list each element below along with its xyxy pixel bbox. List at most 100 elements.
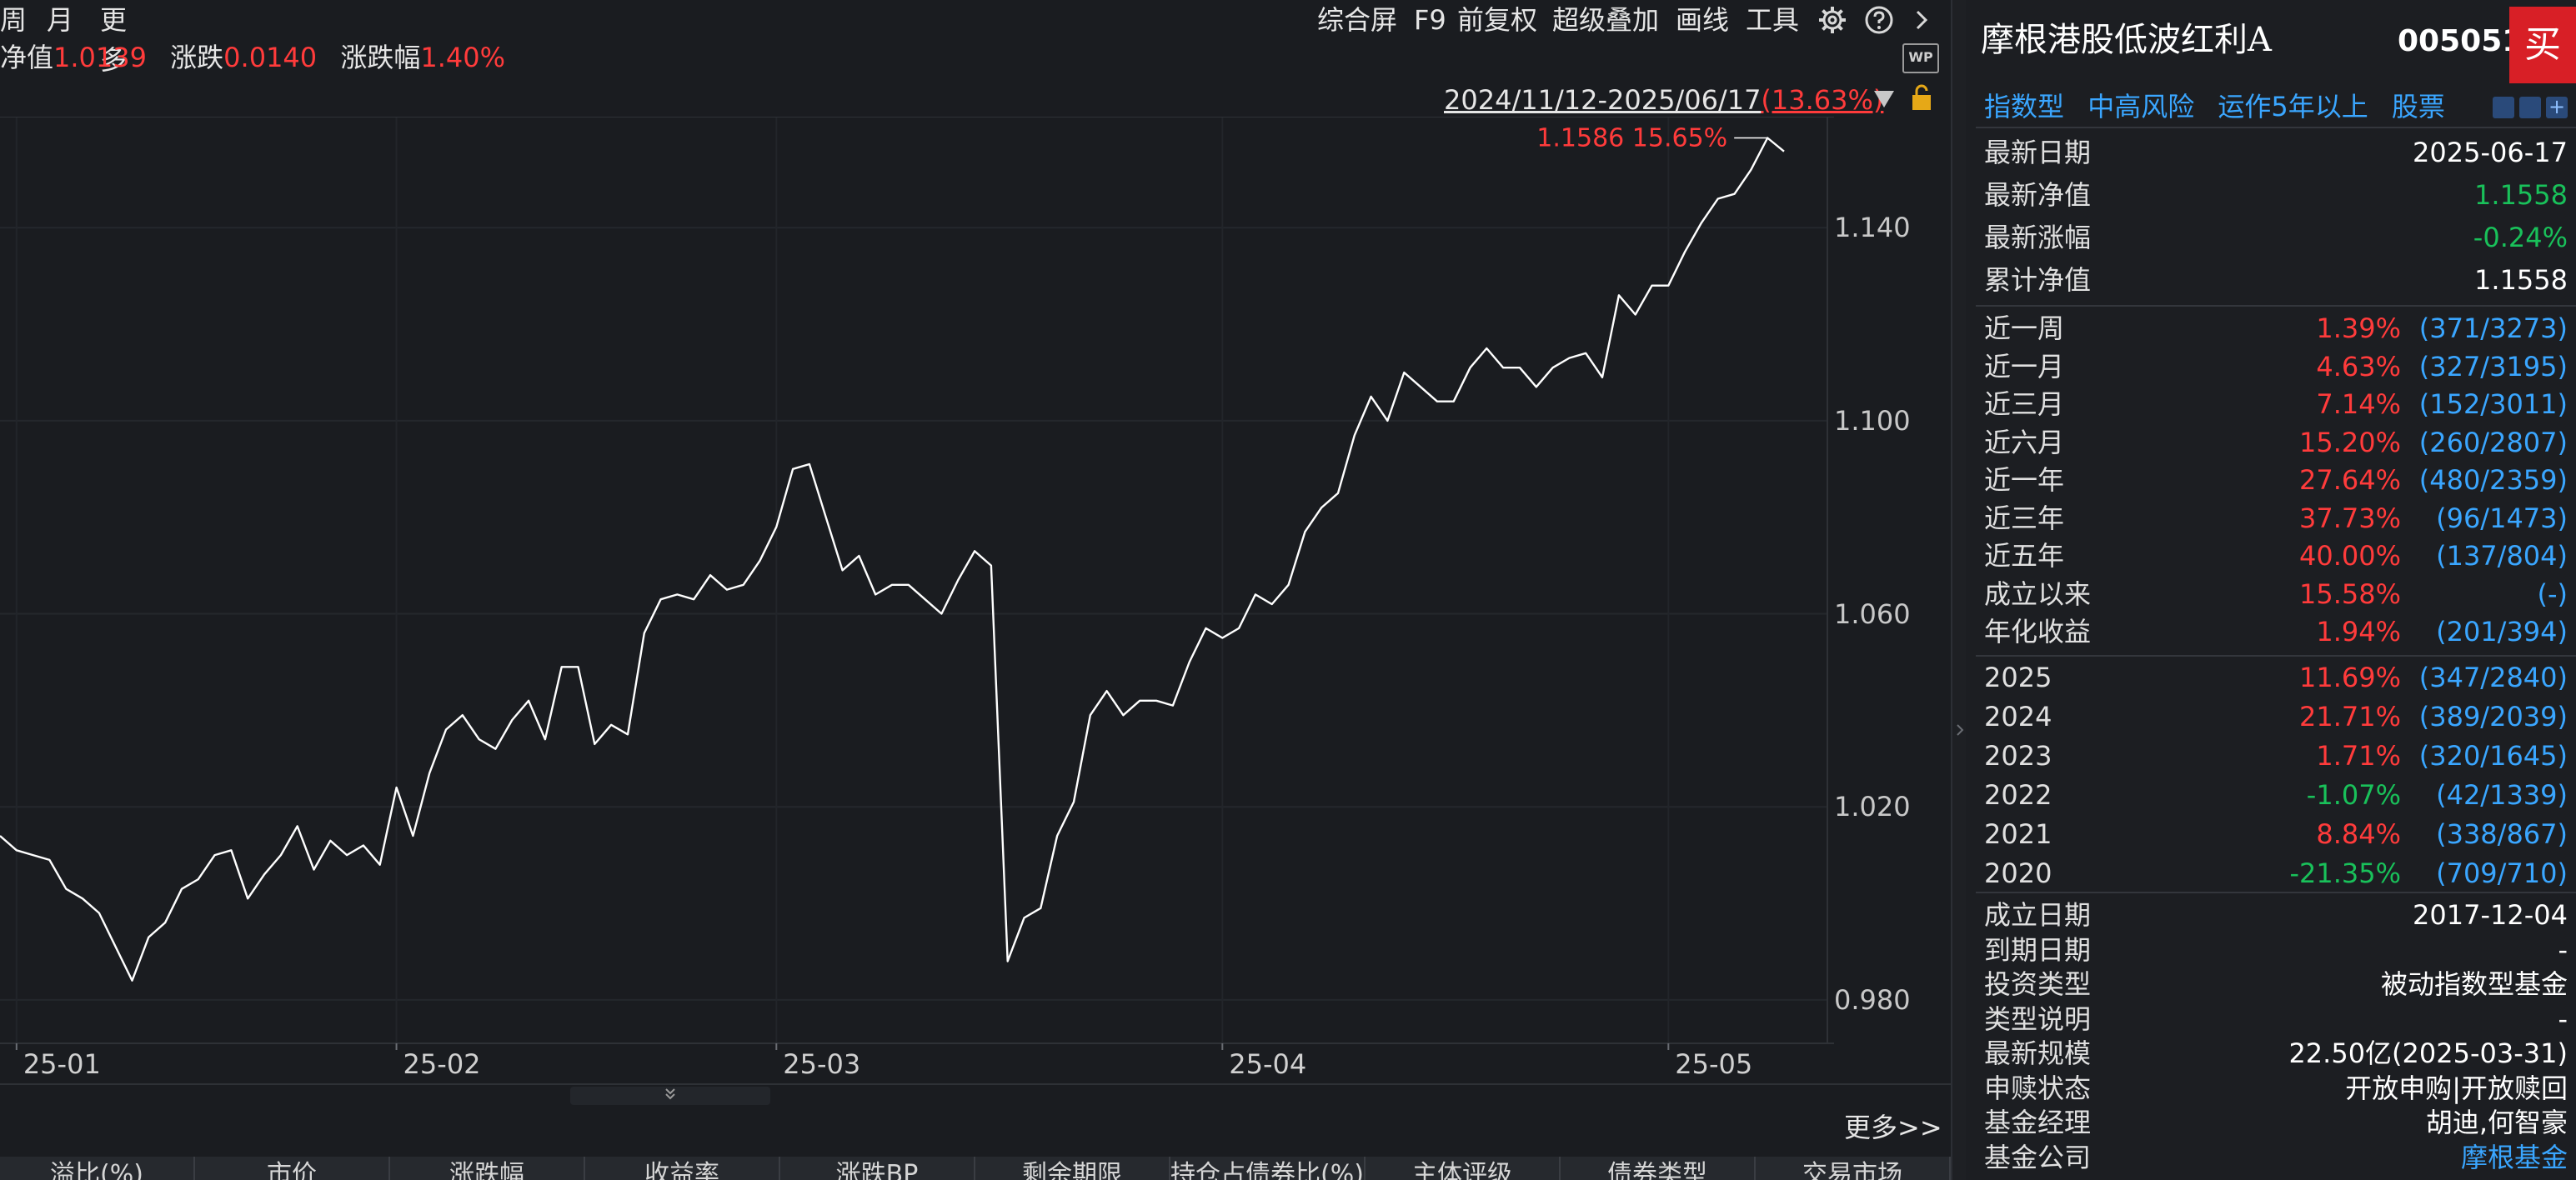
panel-tools: + xyxy=(2493,97,2568,118)
column-header[interactable]: 市价 xyxy=(195,1157,390,1180)
row-label: 2020 xyxy=(1984,858,2052,889)
change-value: 0.0140 xyxy=(223,42,318,73)
super-overlay-button[interactable]: 超级叠加 xyxy=(1552,0,1659,40)
row-value: - xyxy=(2558,933,2568,966)
row-value: 2017-12-04 xyxy=(2413,899,2568,931)
y-axis-labels: 1.140 1.100 1.060 1.020 0.980 xyxy=(1831,117,1947,1050)
period-month-button[interactable]: 月 xyxy=(47,0,73,40)
chevron-right-icon xyxy=(1957,724,1964,736)
row-label: 基金经理 xyxy=(1984,1107,2092,1138)
tag-risk[interactable]: 中高风险 xyxy=(2087,91,2194,122)
triangle-down-icon[interactable] xyxy=(1872,88,1896,110)
rank-value: (-) xyxy=(2537,578,2568,610)
pre-restore-button[interactable]: 前复权 xyxy=(1457,0,1537,40)
info-row: 最新涨幅 -0.24% xyxy=(1984,217,2568,259)
more-link[interactable]: 更多>> xyxy=(1844,1108,1942,1147)
column-header[interactable]: 溢比(%) xyxy=(0,1157,195,1180)
return-row[interactable]: 近三年 37.73% (96/1473) xyxy=(1984,500,2568,538)
expand-panel-handle[interactable] xyxy=(570,1087,770,1105)
gear-icon[interactable] xyxy=(1817,5,1847,35)
column-header[interactable]: 持仓占债券比(%) xyxy=(1170,1157,1366,1180)
peak-label: 1.1586 15.65% xyxy=(1536,123,1727,152)
x-tick-label: 25-05 xyxy=(1675,1048,1753,1080)
draw-line-button[interactable]: 画线 xyxy=(1676,0,1729,40)
return-row[interactable]: 近一月 4.63% (327/3195) xyxy=(1984,348,2568,387)
bell-icon[interactable] xyxy=(2519,97,2541,118)
column-header[interactable]: 涨跌幅 xyxy=(390,1157,585,1180)
return-row[interactable]: 2020 -21.35% (709/710) xyxy=(1984,854,2568,893)
f9-button[interactable]: F9 xyxy=(1414,0,1446,40)
return-row[interactable]: 近一年 27.64% (480/2359) xyxy=(1984,462,2568,500)
rank-value: (327/3195) xyxy=(2418,350,2568,382)
column-header[interactable]: 收益率 xyxy=(585,1157,780,1180)
return-pct: 1.94% xyxy=(2316,616,2401,648)
row-value: 22.50亿(2025-03-31) xyxy=(2288,1038,2568,1069)
bottom-divider xyxy=(0,1083,1951,1085)
row-label: 近一年 xyxy=(1984,464,2065,496)
row-label: 最新净值 xyxy=(1984,179,2092,211)
row-label: 近一周 xyxy=(1984,312,2065,344)
row-label: 成立日期 xyxy=(1984,899,2092,931)
lock-icon[interactable] xyxy=(1909,83,1934,112)
x-tick-label: 25-04 xyxy=(1229,1048,1307,1080)
tag-age[interactable]: 运作5年以上 xyxy=(2218,91,2368,122)
edit-icon[interactable] xyxy=(2493,97,2514,118)
column-header[interactable]: 债券类型 xyxy=(1561,1157,1756,1180)
row-label: 申赎状态 xyxy=(1984,1072,2092,1104)
nav-line-chart[interactable]: 1.1586 15.65% xyxy=(0,117,1834,1050)
chevron-right-icon[interactable] xyxy=(1911,7,1934,33)
fund-tags: 指数型 中高风险 运作5年以上 股票 xyxy=(1984,87,2445,127)
plus-icon[interactable]: + xyxy=(2546,97,2568,118)
panel-splitter[interactable] xyxy=(1951,0,1967,1180)
separator xyxy=(1976,655,2576,657)
buy-button[interactable]: 买 xyxy=(2509,7,2576,83)
rank-value: (371/3273) xyxy=(2418,312,2568,344)
row-label: 2022 xyxy=(1984,779,2052,811)
row-label: 近五年 xyxy=(1984,540,2065,572)
info-row: 最新净值 1.1558 xyxy=(1984,174,2568,217)
info-row: 申赎状态 开放申购|开放赎回 xyxy=(1984,1072,2568,1107)
rank-value: (137/804) xyxy=(2436,540,2568,572)
period-week-button[interactable]: 周 xyxy=(0,0,27,40)
return-row[interactable]: 近三月 7.14% (152/3011) xyxy=(1984,386,2568,424)
column-header[interactable]: 主体评级 xyxy=(1366,1157,1561,1180)
column-header[interactable]: 交易市场 xyxy=(1756,1157,1951,1180)
y-tick-label: 1.100 xyxy=(1834,404,1911,437)
return-row[interactable]: 2023 1.71% (320/1645) xyxy=(1984,737,2568,776)
separator xyxy=(1976,892,2576,893)
row-label: 近三月 xyxy=(1984,388,2065,420)
return-pct: 15.20% xyxy=(2298,426,2401,458)
row-label: 累计净值 xyxy=(1984,264,2092,296)
return-row[interactable]: 近五年 40.00% (137/804) xyxy=(1984,538,2568,576)
return-row[interactable]: 2021 8.84% (338/867) xyxy=(1984,815,2568,854)
return-row[interactable]: 近六月 15.20% (260/2807) xyxy=(1984,424,2568,462)
rank-value: (96/1473) xyxy=(2436,502,2568,534)
row-label: 投资类型 xyxy=(1984,968,2092,1000)
tag-asset[interactable]: 股票 xyxy=(2392,91,2445,122)
tools-button[interactable]: 工具 xyxy=(1746,0,1799,40)
column-header[interactable]: 剩余期限 xyxy=(975,1157,1170,1180)
info-row: 成立日期 2017-12-04 xyxy=(1984,898,2568,933)
separator xyxy=(1976,305,2576,307)
info-row: 最新规模 22.50亿(2025-03-31) xyxy=(1984,1037,2568,1072)
help-icon[interactable] xyxy=(1864,5,1894,35)
date-range-selector[interactable]: 2024/11/12-2025/06/17(13.63%) xyxy=(1444,82,1883,118)
return-row[interactable]: 2022 -1.07% (42/1339) xyxy=(1984,776,2568,815)
tag-index[interactable]: 指数型 xyxy=(1984,91,2064,122)
y-tick-label: 1.060 xyxy=(1834,598,1911,630)
row-value[interactable]: 摩根基金 xyxy=(2461,1141,2568,1176)
fund-info-panel: 摩根港股低波红利A 005051 买 指数型 中高风险 运作5年以上 股票 + … xyxy=(1966,0,2576,1180)
row-value: 1.1558 xyxy=(2474,264,2568,296)
wp-badge[interactable]: WP xyxy=(1902,43,1939,73)
row-label: 最新规模 xyxy=(1984,1038,2092,1069)
return-row[interactable]: 近一周 1.39% (371/3273) xyxy=(1984,310,2568,348)
column-header[interactable]: 涨跌BP xyxy=(780,1157,975,1180)
nav-label: 净值 xyxy=(0,42,54,73)
return-row[interactable]: 年化收益 1.94% (201/394) xyxy=(1984,613,2568,652)
return-row[interactable]: 2024 21.71% (389/2039) xyxy=(1984,698,2568,737)
rank-value: (320/1645) xyxy=(2418,740,2568,772)
x-tick-label: 25-02 xyxy=(403,1048,481,1080)
return-row[interactable]: 成立以来 15.58% (-) xyxy=(1984,576,2568,614)
comprehensive-screen-button[interactable]: 综合屏 xyxy=(1317,0,1397,40)
return-row[interactable]: 2025 11.69% (347/2840) xyxy=(1984,658,2568,698)
